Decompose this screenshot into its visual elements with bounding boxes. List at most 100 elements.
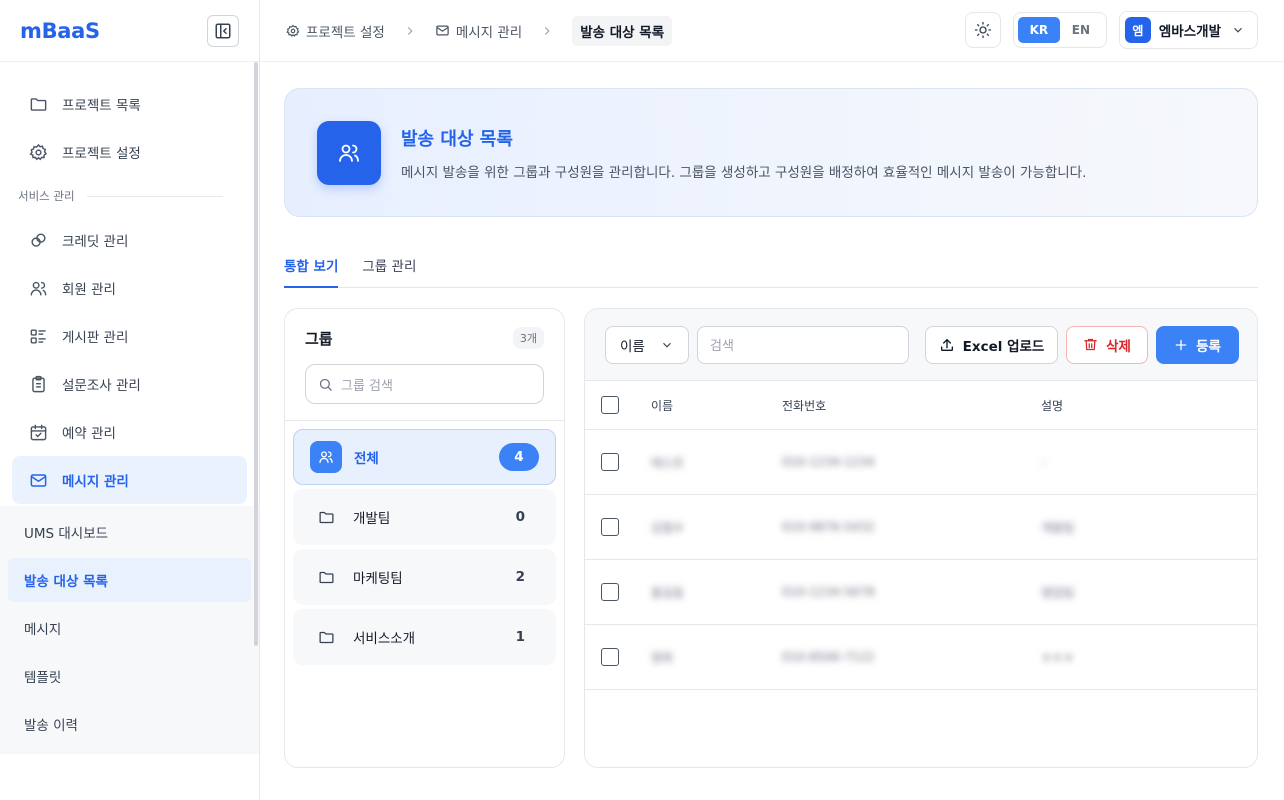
sidebar-item-label: 게시판 관리 [62,330,129,346]
sidebar-item-message[interactable]: 메시지 관리 [12,456,247,504]
sidebar-item-label: 설문조사 관리 [62,378,141,394]
sidebar-header: mBaaS [0,0,259,62]
sidebar-item-reservation[interactable]: 예약 관리 [12,408,247,456]
table-row[interactable]: 홍길동 010-1234-5678 영업팀 [585,560,1257,625]
sidebar-item-members[interactable]: 회원 관리 [12,264,247,312]
breadcrumb-project-settings[interactable]: 프로젝트 설정 [286,21,385,41]
user-menu-button[interactable]: 엠 엠바스개발 [1118,11,1258,49]
sidebar-item-credit[interactable]: 크레딧 관리 [12,216,247,264]
breadcrumb-message-manage[interactable]: 메시지 관리 [435,21,522,41]
sidebar-item-survey[interactable]: 설문조사 관리 [12,360,247,408]
tab-group-manage[interactable]: 그룹 관리 [362,253,416,288]
main-content: 발송 대상 목록 메시지 발송을 위한 그룹과 구성원을 관리합니다. 그룹을 … [284,62,1258,768]
users-icon [28,278,48,298]
row-checkbox[interactable] [601,583,619,601]
group-item-all[interactable]: 전체 4 [293,429,556,485]
page-hero: 발송 대상 목록 메시지 발송을 위한 그룹과 구성원을 관리합니다. 그룹을 … [284,88,1258,217]
group-item-service-intro[interactable]: 서비스소개 1 [293,609,556,665]
submenu-message[interactable]: 메시지 [8,606,251,650]
sidebar-scrollbar[interactable] [254,62,258,646]
breadcrumb-label: 메시지 관리 [455,24,523,41]
sidebar-item-label: 크레딧 관리 [62,234,129,250]
lang-kr-button[interactable]: KR [1017,17,1060,43]
submenu-target-list[interactable]: 발송 대상 목록 [8,558,251,602]
tab-integrated-view[interactable]: 통합 보기 [284,253,339,288]
cell-phone: 010-9876-5432 [782,520,875,534]
sidebar-section-service: 서비스 관리 [0,176,259,216]
sidebar-item-project-list[interactable]: 프로젝트 목록 [12,80,247,128]
delete-button[interactable]: 삭제 [1066,325,1148,364]
submenu-send-history[interactable]: 발송 이력 [8,702,251,746]
mail-icon [435,23,450,38]
page-title: 발송 대상 목록 [401,128,513,150]
member-search-input[interactable]: 검색 [697,325,909,364]
clipboard-icon [28,374,48,394]
sidebar-item-label: 회원 관리 [62,282,116,298]
row-checkbox[interactable] [601,453,619,471]
group-count-badge: 3개 [512,327,544,349]
select-all-checkbox[interactable] [601,396,619,414]
group-item-marketing[interactable]: 마케팅팀 2 [293,549,556,605]
group-search-placeholder: 그룹 검색 [341,378,393,394]
group-member-count: 0 [515,509,525,525]
table-toolbar: 이름 검색 Excel 업로드 삭제 등록 [585,309,1257,381]
gear-icon [28,142,48,162]
cell-name: 테스트 [651,455,685,470]
group-name: 전체 [354,451,379,467]
table-row[interactable]: 김철수 010-9876-5432 개발팀 [585,495,1257,560]
theme-toggle-button[interactable] [964,12,1001,48]
search-field-select[interactable]: 이름 [605,325,689,364]
group-search-input[interactable]: 그룹 검색 [305,364,544,404]
sidebar-nav: 프로젝트 목록 프로젝트 설정 서비스 관리 크레딧 관리 회원 관리 게시판 … [0,62,259,754]
group-panel-title: 그룹 [305,329,333,348]
cell-name: 홍길동 [651,585,685,600]
plus-icon [1174,338,1188,352]
select-value: 이름 [620,338,645,355]
trash-icon [1083,337,1098,352]
button-label: 등록 [1196,338,1221,355]
message-submenu: UMS 대시보드 발송 대상 목록 메시지 템플릿 발송 이력 [0,506,259,754]
lang-en-button[interactable]: EN [1060,17,1102,43]
sidebar-item-project-settings[interactable]: 프로젝트 설정 [12,128,247,176]
row-checkbox[interactable] [601,648,619,666]
sidebar: mBaaS 프로젝트 목록 프로젝트 설정 서비스 관리 크레딧 관리 회원 관… [0,0,260,800]
cell-name: 김철수 [651,520,685,535]
cell-description: 개발팀 [1041,520,1075,535]
sidebar-item-label: 예약 관리 [62,426,116,442]
sidebar-item-label: 프로젝트 설정 [62,146,141,162]
cell-phone: 010-1234-5678 [782,585,875,599]
users-icon [310,441,342,473]
group-panel: 그룹 3개 그룹 검색 전체 4 개발팀 0 마케팅팀 2 서비스소개 1 [284,308,565,768]
header-actions: KR EN 엠 엠바스개발 [964,11,1258,49]
button-label: Excel 업로드 [962,338,1045,355]
sidebar-collapse-button[interactable] [207,14,239,47]
folder-icon [28,94,48,114]
group-item-dev[interactable]: 개발팀 0 [293,489,556,545]
excel-upload-button[interactable]: Excel 업로드 [925,325,1058,364]
submenu-template[interactable]: 템플릿 [8,654,251,698]
folder-icon [318,569,335,586]
button-label: 삭제 [1106,338,1131,355]
row-checkbox[interactable] [601,518,619,536]
group-member-count: 2 [515,569,525,585]
sidebar-item-board[interactable]: 게시판 관리 [12,312,247,360]
add-member-button[interactable]: 등록 [1156,325,1239,364]
breadcrumb-current: 발송 대상 목록 [572,15,673,46]
section-label: 서비스 관리 [18,189,75,203]
app-logo[interactable]: mBaaS [20,19,100,43]
group-member-count: 4 [499,443,539,471]
upload-icon [939,337,955,353]
coins-icon [28,230,48,250]
top-bar: 프로젝트 설정 메시지 관리 발송 대상 목록 KR EN 엠 엠바스개발 [260,0,1284,62]
page-description: 메시지 발송을 위한 그룹과 구성원을 관리합니다. 그룹을 생성하고 구성원을… [401,164,1087,181]
column-header-phone[interactable]: 전화번호 [782,397,1041,414]
table-row[interactable]: 영희 010-8506-7122 ㅎㅎㅎ [585,625,1257,690]
calendar-check-icon [28,422,48,442]
cell-description: ㅎㅎㅎ [1041,650,1075,665]
column-header-description[interactable]: 설명 [1041,397,1241,414]
group-list: 전체 4 개발팀 0 마케팅팀 2 서비스소개 1 [285,421,564,665]
column-header-name[interactable]: 이름 [651,397,782,414]
view-tabs: 통합 보기 그룹 관리 [284,253,1258,288]
submenu-ums-dashboard[interactable]: UMS 대시보드 [8,510,251,554]
table-row[interactable]: 테스트 010-1234-1234 - [585,430,1257,495]
